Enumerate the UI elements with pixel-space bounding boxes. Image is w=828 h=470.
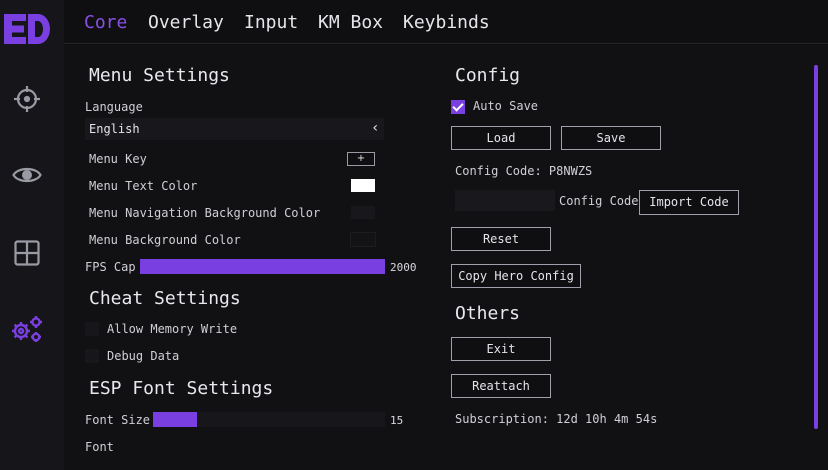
sidebar-item-visuals[interactable] <box>10 160 44 194</box>
reattach-button[interactable]: Reattach <box>451 374 551 398</box>
reset-button[interactable]: Reset <box>451 227 551 251</box>
menu-text-color-label: Menu Text Color <box>89 179 198 193</box>
fps-cap-slider-fill <box>140 259 385 274</box>
menu-settings-heading: Menu Settings <box>89 65 230 86</box>
esp-font-settings-heading: ESP Font Settings <box>89 378 274 399</box>
menu-key-button[interactable]: + <box>347 152 375 166</box>
app-logo <box>4 14 50 44</box>
menu-bg-color-swatch[interactable] <box>350 232 376 247</box>
import-code-button[interactable]: Import Code <box>639 190 739 215</box>
tab-overlay[interactable]: Overlay <box>148 12 224 33</box>
copy-hero-config-button[interactable]: Copy Hero Config <box>451 264 581 288</box>
cheat-settings-heading: Cheat Settings <box>89 288 241 309</box>
auto-save-checkbox[interactable] <box>451 100 465 114</box>
font-size-label: Font Size <box>85 413 151 427</box>
subscription-text: Subscription: 12d 10h 4m 54s <box>455 412 658 426</box>
scrollbar[interactable] <box>814 65 818 429</box>
sidebar <box>0 0 64 470</box>
config-code-text: Config Code: P8NWZS <box>455 164 593 178</box>
chevron-left-icon: ‹ <box>372 120 378 136</box>
tab-input[interactable]: Input <box>244 12 298 33</box>
menu-nav-bg-color-label: Menu Navigation Background Color <box>89 206 321 220</box>
save-button[interactable]: Save <box>561 126 661 150</box>
debug-data-checkbox[interactable] <box>85 349 99 363</box>
fps-cap-label: FPS Cap <box>85 260 136 274</box>
menu-text-color-swatch[interactable] <box>351 179 375 192</box>
language-value: English <box>89 122 140 136</box>
tab-km-box[interactable]: KM Box <box>318 12 383 33</box>
config-code-input-label: Config Code <box>559 194 639 208</box>
language-select[interactable]: English ‹ <box>85 118 384 140</box>
language-label: Language <box>85 100 143 114</box>
debug-data-label: Debug Data <box>107 349 180 363</box>
config-code-input[interactable] <box>455 190 555 211</box>
fps-cap-value: 2000 <box>390 261 417 274</box>
tab-core[interactable]: Core <box>84 12 127 33</box>
top-tab-bar: Core Overlay Input KM Box Keybinds <box>64 0 828 44</box>
main-panel: Menu Settings Language English ‹ Menu Ke… <box>64 45 828 470</box>
sidebar-item-aim[interactable] <box>10 84 44 118</box>
menu-bg-color-label: Menu Background Color <box>89 233 241 247</box>
load-button[interactable]: Load <box>451 126 551 150</box>
eye-icon <box>12 164 42 190</box>
sidebar-item-layout[interactable] <box>10 238 44 272</box>
menu-nav-bg-color-swatch[interactable] <box>351 206 375 219</box>
crosshair-icon <box>13 85 41 117</box>
allow-memory-write-label: Allow Memory Write <box>107 322 238 336</box>
fps-cap-slider[interactable] <box>140 259 385 274</box>
auto-save-label: Auto Save <box>473 99 539 113</box>
sidebar-item-settings[interactable] <box>10 314 44 348</box>
tab-keybinds[interactable]: Keybinds <box>403 12 490 33</box>
font-size-slider[interactable] <box>153 412 385 427</box>
font-size-value: 15 <box>390 414 404 427</box>
allow-memory-write-checkbox[interactable] <box>85 322 99 336</box>
font-size-slider-fill <box>153 412 198 427</box>
gears-icon <box>10 314 44 348</box>
menu-key-label: Menu Key <box>89 152 147 166</box>
exit-button[interactable]: Exit <box>451 337 551 361</box>
others-heading: Others <box>455 303 521 324</box>
grid-icon <box>14 240 40 270</box>
config-heading: Config <box>455 65 521 86</box>
font-label: Font <box>85 440 114 454</box>
